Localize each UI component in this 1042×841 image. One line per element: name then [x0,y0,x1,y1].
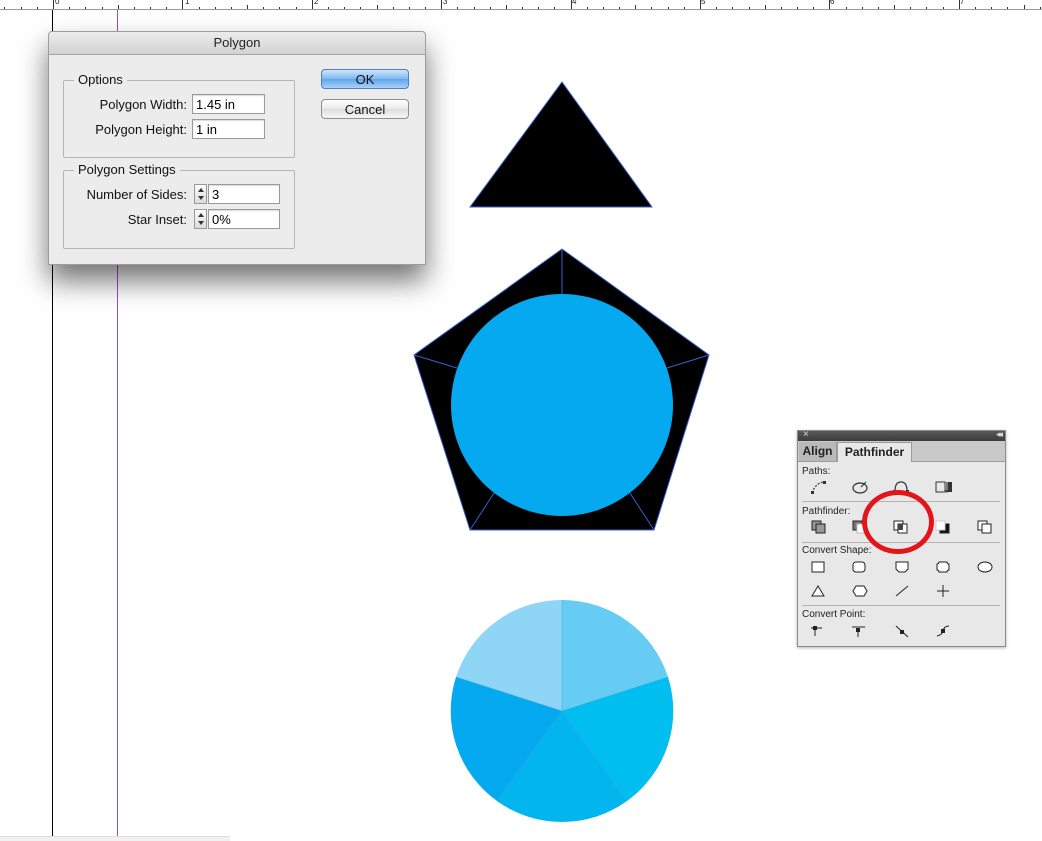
join-path-icon[interactable] [810,479,828,495]
symmetrical-point-icon[interactable] [935,623,951,639]
section-divider [802,605,1000,606]
star-inset-input[interactable]: 0% [208,209,280,229]
paths-section-label: Paths: [802,466,831,477]
polygon-settings-legend: Polygon Settings [74,162,180,177]
triangle-shape[interactable] [469,81,653,208]
pie-circle-shape[interactable] [450,599,674,823]
rounded-rectangle-icon[interactable] [851,560,867,574]
orthogonal-line-icon[interactable] [935,584,951,598]
polygon-width-input[interactable]: 1.45 in [192,94,265,114]
highlight-circle-annotation [862,490,934,554]
collapse-icon[interactable]: ◂◂ [996,429,1003,440]
dialog-title: Polygon [49,32,425,55]
convert-shape-section-label: Convert Shape: [802,545,872,556]
number-of-sides-label: Number of Sides: [86,187,187,202]
tab-pathfinder[interactable]: Pathfinder [837,442,912,462]
inverse-rounded-rectangle-icon[interactable] [935,560,951,574]
star-inset-label: Star Inset: [127,212,187,227]
polygon-dialog: Polygon Options Polygon Width: 1.45 in P… [48,31,426,265]
add-icon[interactable] [810,519,828,535]
smooth-point-icon[interactable] [894,623,910,639]
rectangle-icon[interactable] [810,560,826,574]
open-path-icon[interactable] [851,479,869,495]
polygon-icon[interactable] [851,584,869,598]
ellipse-icon[interactable] [976,560,994,574]
close-icon[interactable]: × [803,429,809,440]
convert-point-section-label: Convert Point: [802,609,866,620]
beveled-rectangle-icon[interactable] [894,560,910,574]
polygon-height-label: Polygon Height: [95,122,187,137]
polygon-width-label: Polygon Width: [99,97,187,112]
corner-point-icon[interactable] [851,623,867,639]
reverse-path-icon[interactable] [934,479,954,495]
tab-align[interactable]: Align [799,442,837,461]
panel-title-bar[interactable]: × ◂◂ [798,429,1005,441]
options-legend: Options [74,72,127,87]
star-inset-stepper[interactable] [194,209,207,229]
ok-button[interactable]: OK [321,69,409,89]
number-of-sides-input[interactable]: 3 [208,184,280,204]
triangle-icon[interactable] [810,584,826,598]
pathfinder-section-label: Pathfinder: [802,506,851,517]
cancel-button[interactable]: Cancel [321,99,409,119]
panel-tab-bar: Align Pathfinder [798,441,1005,462]
minus-back-icon[interactable] [976,519,994,535]
polygon-height-input[interactable]: 1 in [192,119,265,139]
exclude-overlap-icon[interactable] [934,519,952,535]
line-icon[interactable] [894,584,910,598]
number-of-sides-stepper[interactable] [194,184,207,204]
plain-point-icon[interactable] [810,623,826,639]
blue-circle-shape[interactable] [451,294,673,516]
